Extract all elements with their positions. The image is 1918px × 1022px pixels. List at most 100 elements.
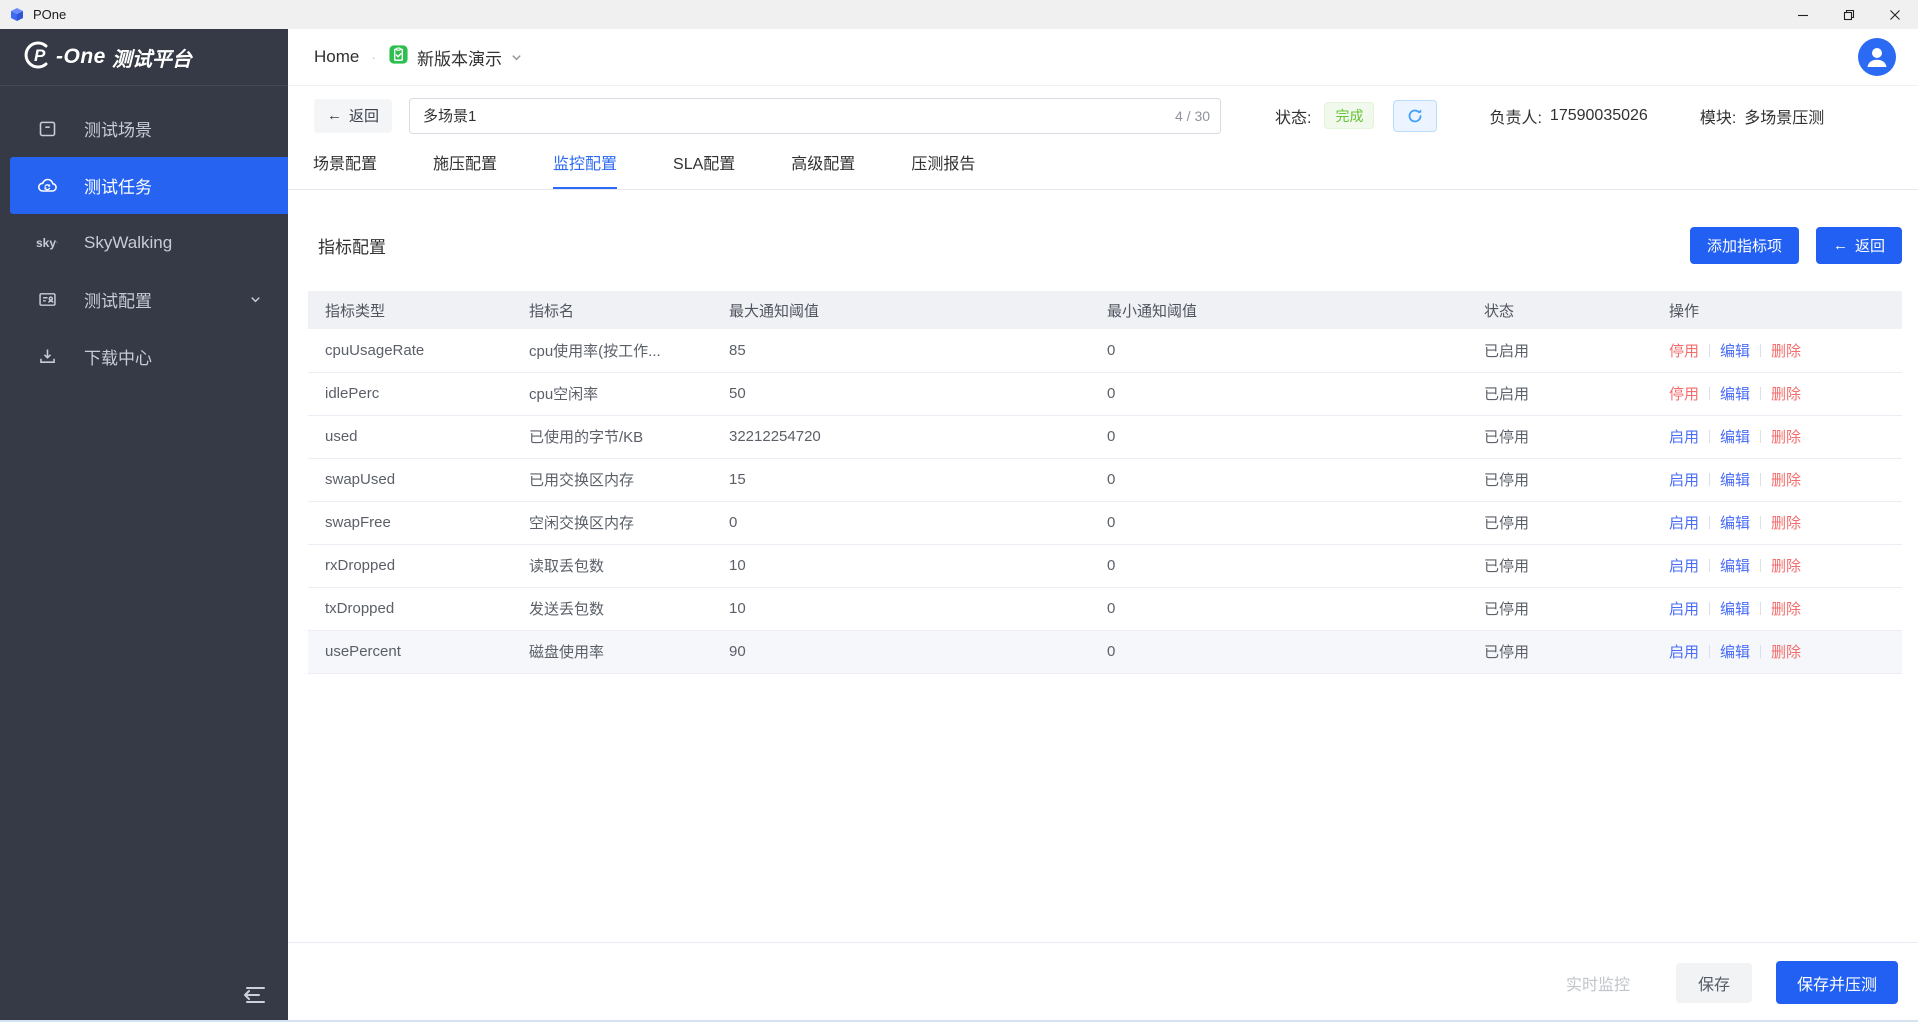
close-button[interactable] bbox=[1872, 0, 1918, 29]
table-row: swapUsed 已用交换区内存 15 0 已停用 启用编辑删除 bbox=[308, 458, 1902, 501]
save-button[interactable]: 保存 bbox=[1676, 963, 1752, 1003]
project-selector[interactable]: 新版本演示 bbox=[388, 44, 523, 70]
delete-link[interactable]: 删除 bbox=[1771, 429, 1801, 446]
action-separator bbox=[1709, 473, 1710, 486]
back-arrow-icon: ← bbox=[1833, 237, 1848, 254]
tab-scene-config[interactable]: 场景配置 bbox=[313, 150, 377, 189]
action-separator bbox=[1709, 602, 1710, 615]
main-area: Home · 新版本演示 ← 返回 bbox=[288, 29, 1918, 1022]
minimize-icon bbox=[1796, 8, 1810, 22]
cell-actions: 停用 编辑 删除 bbox=[1652, 372, 1902, 415]
cell-metric-type: used bbox=[308, 415, 512, 458]
sidebar: P -One 测试平台 测试场景 测试任务 bbox=[0, 29, 288, 1022]
cell-actions: 启用 编辑 删除 bbox=[1652, 458, 1902, 501]
sidebar-item-label: 测试场景 bbox=[84, 116, 152, 141]
add-metric-button[interactable]: 添加指标项 bbox=[1690, 227, 1799, 264]
action-separator bbox=[1760, 559, 1761, 572]
action-separator bbox=[1709, 516, 1710, 529]
edit-link[interactable]: 编辑 bbox=[1720, 558, 1750, 575]
delete-link[interactable]: 删除 bbox=[1771, 644, 1801, 661]
tab-sla-config[interactable]: SLA配置 bbox=[673, 150, 735, 189]
edit-link[interactable]: 编辑 bbox=[1720, 515, 1750, 532]
toggle-enable-link[interactable]: 启用 bbox=[1669, 429, 1699, 446]
toggle-enable-link[interactable]: 停用 bbox=[1669, 343, 1699, 360]
logo-text: -One bbox=[56, 45, 106, 69]
sidebar-item-skywalking[interactable]: sky SkyWalking bbox=[0, 214, 288, 271]
toggle-enable-link[interactable]: 启用 bbox=[1669, 515, 1699, 532]
col-status: 状态 bbox=[1467, 291, 1652, 329]
scene-box-icon bbox=[36, 118, 58, 140]
tab-pressure-config[interactable]: 施压配置 bbox=[433, 150, 497, 189]
logo-p-icon: P bbox=[22, 39, 54, 76]
config-card-icon bbox=[36, 289, 58, 311]
toggle-enable-link[interactable]: 启用 bbox=[1669, 472, 1699, 489]
delete-link[interactable]: 删除 bbox=[1771, 386, 1801, 403]
sidebar-item-test-scene[interactable]: 测试场景 bbox=[0, 100, 288, 157]
owner-value: 17590035026 bbox=[1550, 107, 1648, 125]
cell-metric-name: 空闲交换区内存 bbox=[512, 501, 712, 544]
col-metric-type: 指标类型 bbox=[308, 291, 512, 329]
sidebar-item-test-task[interactable]: 测试任务 bbox=[10, 157, 288, 214]
cell-metric-type: idlePerc bbox=[308, 372, 512, 415]
sidebar-item-test-config[interactable]: 测试配置 bbox=[0, 271, 288, 328]
sidebar-item-label: 测试配置 bbox=[84, 287, 152, 312]
delete-link[interactable]: 删除 bbox=[1771, 515, 1801, 532]
refresh-status-button[interactable] bbox=[1393, 100, 1437, 132]
delete-link[interactable]: 删除 bbox=[1771, 343, 1801, 360]
minimize-button[interactable] bbox=[1780, 0, 1826, 29]
cell-metric-type: cpuUsageRate bbox=[308, 329, 512, 372]
app-window: POne P -One 测试平台 bbox=[0, 0, 1918, 1022]
action-separator bbox=[1760, 516, 1761, 529]
table-header-row: 指标类型 指标名 最大通知阈值 最小通知阈值 状态 操作 bbox=[308, 291, 1902, 329]
cell-actions: 停用 编辑 删除 bbox=[1652, 329, 1902, 372]
sidebar-nav: 测试场景 测试任务 sky SkyWalking 测试配置 bbox=[0, 100, 288, 385]
edit-link[interactable]: 编辑 bbox=[1720, 429, 1750, 446]
cell-min-threshold: 0 bbox=[1090, 587, 1467, 630]
action-separator bbox=[1760, 645, 1761, 658]
project-doc-icon bbox=[388, 44, 409, 70]
sidebar-item-download-center[interactable]: 下载中心 bbox=[0, 328, 288, 385]
sidebar-collapse-button[interactable] bbox=[240, 982, 270, 1008]
metric-table: 指标类型 指标名 最大通知阈值 最小通知阈值 状态 操作 cpuUsageRat… bbox=[308, 291, 1902, 674]
save-and-test-button[interactable]: 保存并压测 bbox=[1776, 961, 1898, 1004]
toggle-enable-link[interactable]: 启用 bbox=[1669, 644, 1699, 661]
tab-monitor-config[interactable]: 监控配置 bbox=[553, 150, 617, 189]
action-separator bbox=[1760, 602, 1761, 615]
edit-link[interactable]: 编辑 bbox=[1720, 644, 1750, 661]
cell-max-threshold: 50 bbox=[712, 372, 1090, 415]
cell-actions: 启用 编辑 删除 bbox=[1652, 630, 1902, 673]
collapse-sidebar-icon bbox=[242, 985, 268, 1005]
toggle-enable-link[interactable]: 启用 bbox=[1669, 558, 1699, 575]
edit-link[interactable]: 编辑 bbox=[1720, 601, 1750, 618]
table-row: rxDropped 读取丢包数 10 0 已停用 启用编辑删除 bbox=[308, 544, 1902, 587]
cell-metric-type: swapUsed bbox=[308, 458, 512, 501]
edit-link[interactable]: 编辑 bbox=[1720, 343, 1750, 360]
tab-advanced-config[interactable]: 高级配置 bbox=[791, 150, 855, 189]
restore-button[interactable] bbox=[1826, 0, 1872, 29]
sidebar-item-label: SkyWalking bbox=[84, 233, 172, 253]
section-back-button[interactable]: ← 返回 bbox=[1816, 227, 1902, 264]
back-button[interactable]: ← 返回 bbox=[314, 99, 392, 133]
edit-link[interactable]: 编辑 bbox=[1720, 386, 1750, 403]
cell-status: 已停用 bbox=[1467, 630, 1652, 673]
delete-link[interactable]: 删除 bbox=[1771, 472, 1801, 489]
toggle-enable-link[interactable]: 启用 bbox=[1669, 601, 1699, 618]
cell-metric-name: 发送丢包数 bbox=[512, 587, 712, 630]
delete-link[interactable]: 删除 bbox=[1771, 558, 1801, 575]
scene-name-input[interactable] bbox=[409, 98, 1221, 134]
toggle-enable-link[interactable]: 停用 bbox=[1669, 386, 1699, 403]
col-min-threshold: 最小通知阈值 bbox=[1090, 291, 1467, 329]
cell-max-threshold: 32212254720 bbox=[712, 415, 1090, 458]
delete-link[interactable]: 删除 bbox=[1771, 601, 1801, 618]
realtime-monitor-button[interactable]: 实时监控 bbox=[1566, 971, 1630, 995]
cell-status: 已停用 bbox=[1467, 587, 1652, 630]
tab-test-report[interactable]: 压测报告 bbox=[911, 150, 975, 189]
cell-max-threshold: 85 bbox=[712, 329, 1090, 372]
edit-link[interactable]: 编辑 bbox=[1720, 472, 1750, 489]
scene-toolbar: ← 返回 4 / 30 状态: 完成 负责人: 17590035026 模块: … bbox=[288, 86, 1918, 145]
close-icon bbox=[1888, 8, 1902, 22]
user-avatar[interactable] bbox=[1858, 38, 1896, 76]
breadcrumb-home[interactable]: Home bbox=[314, 47, 359, 67]
window-title: POne bbox=[33, 7, 66, 22]
cell-metric-name: 磁盘使用率 bbox=[512, 630, 712, 673]
